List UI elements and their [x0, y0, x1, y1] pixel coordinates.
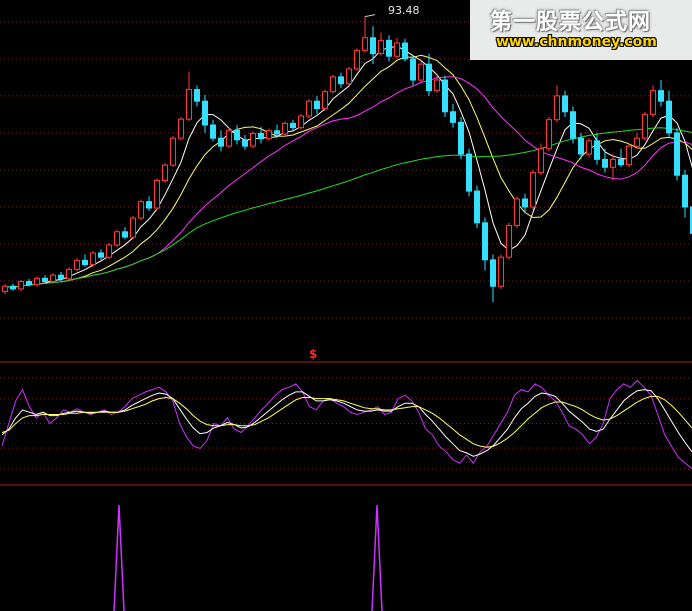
candle-body: [666, 100, 672, 134]
stock-chart: [0, 14, 692, 611]
candle-body: [434, 79, 440, 92]
candle-body: [466, 153, 472, 192]
candle-body: [234, 129, 240, 141]
oscillator-line: [1, 389, 692, 457]
candle-body: [410, 58, 416, 81]
candle-body: [530, 172, 536, 208]
candle-body: [618, 158, 624, 166]
candle-body: [450, 111, 456, 123]
candle-body: [490, 259, 496, 287]
candle-body: [106, 244, 112, 258]
candle-body: [42, 277, 48, 283]
candle-body: [50, 274, 56, 283]
candle-body: [122, 231, 128, 238]
candle-body: [154, 180, 160, 209]
candle-body: [586, 140, 592, 155]
candle-body: [522, 198, 528, 208]
candle-body: [602, 158, 608, 168]
candle-body: [394, 42, 400, 57]
candle-body: [514, 198, 520, 226]
candle-body: [218, 137, 224, 147]
candle-body: [634, 137, 640, 147]
candle-body: [418, 63, 424, 81]
signal-spike: [113, 504, 125, 611]
candle-body: [18, 281, 24, 290]
candle-body: [594, 140, 600, 160]
candle-body: [58, 274, 64, 280]
candle-body: [626, 145, 632, 166]
candle-body: [290, 122, 296, 129]
candle-body: [682, 174, 688, 208]
candle-body: [370, 37, 376, 55]
max-price-pointer: [364, 14, 376, 18]
candle-body: [138, 201, 144, 219]
max-price-label: 93.48: [388, 4, 420, 17]
candle-body: [482, 222, 488, 261]
candle-body: [458, 121, 464, 155]
candle-body: [330, 76, 336, 93]
candle-body: [386, 39, 392, 57]
candle-body: [194, 89, 200, 102]
candle-body: [354, 49, 360, 70]
watermark-url: www.chnmoney.com: [496, 34, 657, 50]
candle-body: [322, 91, 328, 110]
candle-body: [674, 132, 680, 176]
candle-body: [10, 285, 16, 290]
candle-body: [74, 259, 80, 270]
candle-body: [338, 76, 344, 85]
candle-body: [362, 37, 368, 51]
candle-body: [442, 79, 448, 113]
candle-body: [658, 90, 664, 102]
candle-body: [258, 132, 264, 140]
watermark-title: 第一股票公式网: [490, 10, 652, 35]
candle-body: [274, 130, 280, 135]
candle-body: [562, 95, 568, 113]
candle-body: [90, 252, 96, 266]
candle-body: [34, 277, 40, 286]
candle-body: [66, 268, 72, 280]
candle-body: [170, 137, 176, 166]
candle-body: [506, 224, 512, 258]
candle-body: [26, 281, 32, 286]
candle-body: [226, 129, 232, 147]
candle-body: [266, 130, 272, 140]
signal-label: $: [309, 347, 318, 361]
candle-body: [162, 164, 168, 182]
signal-spike: [371, 504, 383, 611]
candle-body: [554, 95, 560, 121]
candle-body: [642, 113, 648, 139]
candle-body: [546, 119, 552, 150]
candle-body: [378, 39, 384, 55]
candle-body: [570, 111, 576, 139]
candle-body: [306, 100, 312, 117]
candle-body: [130, 217, 136, 238]
candle-body: [314, 100, 320, 110]
oscillator-line: [1, 379, 692, 470]
candle-body: [650, 90, 656, 115]
candle-body: [578, 137, 584, 155]
candle-body: [2, 285, 8, 293]
candle-body: [402, 42, 408, 60]
candle-body: [146, 201, 152, 209]
oscillator-line: [1, 395, 692, 448]
candle-body: [298, 115, 304, 129]
candle-body: [114, 231, 120, 246]
candle-body: [186, 89, 192, 120]
candle-body: [610, 158, 616, 168]
candle-body: [426, 63, 432, 92]
candle-body: [210, 124, 216, 139]
candle-body: [474, 190, 480, 224]
candle-body: [282, 122, 288, 135]
candle-body: [202, 100, 208, 126]
candle-body: [98, 252, 104, 258]
candle-body: [250, 132, 256, 147]
candle-body: [346, 68, 352, 85]
candle-body: [538, 148, 544, 174]
candle-body: [242, 139, 248, 147]
candle-body: [178, 118, 184, 139]
candle-body: [498, 256, 504, 287]
candle-body: [82, 259, 88, 266]
